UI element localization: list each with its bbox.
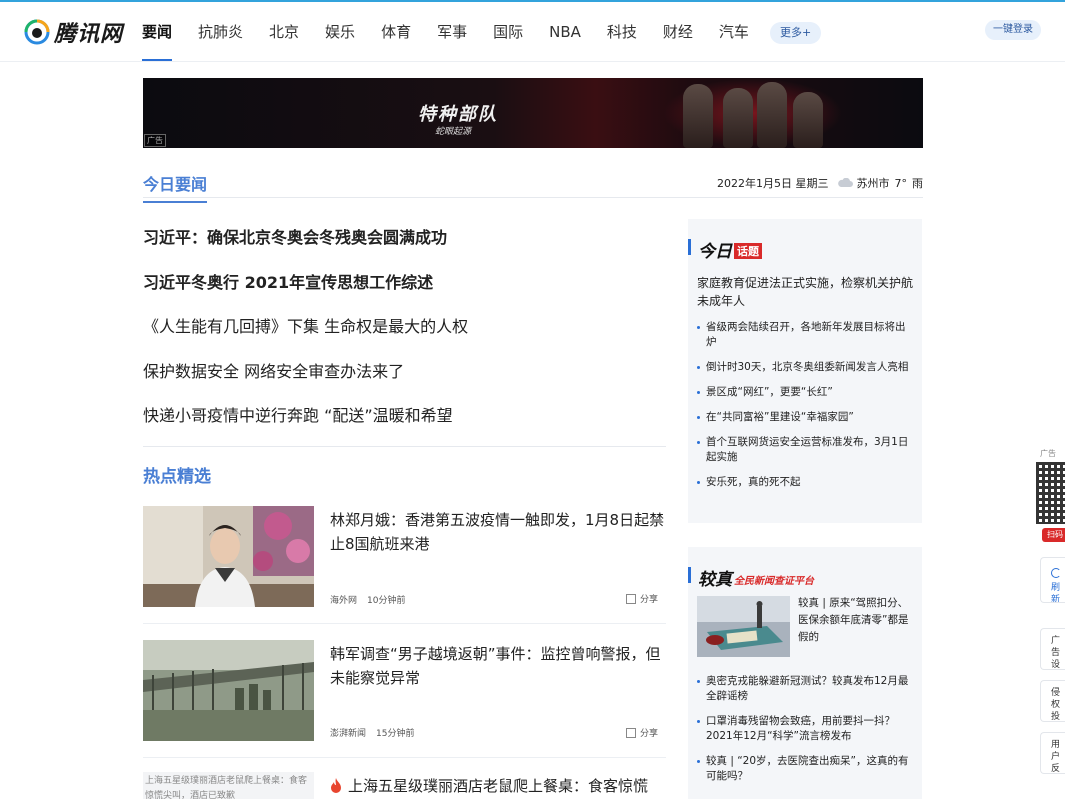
- more-channels-button[interactable]: 更多+: [770, 22, 822, 44]
- news-title[interactable]: 韩军调查“男子越境返朝”事件：监控曾响警报，但未能察觉异常: [330, 642, 666, 690]
- today-news-title[interactable]: 今日要闻: [143, 171, 208, 203]
- nav-item-beijing[interactable]: 北京: [269, 2, 299, 62]
- logo-text: 腾讯网: [54, 22, 124, 47]
- news-source: 澎湃新闻: [330, 729, 367, 739]
- news-card: 林郑月娥：香港第五波疫情一触即发，1月8日起禁止8国航班来港 海外网 10分钟前 …: [143, 506, 666, 626]
- news-source: 海外网: [330, 596, 358, 606]
- site-logo[interactable]: 腾讯网: [24, 18, 124, 47]
- share-button[interactable]: 分享: [625, 726, 658, 739]
- divider: [143, 446, 666, 447]
- list-item[interactable]: 省级两会陆续召开，各地新年发展目标将出炉: [697, 320, 915, 350]
- banner-subtitle: 蛇眼起源: [435, 127, 472, 137]
- banner-figure: [757, 82, 787, 148]
- site-header: 腾讯网 要闻 抗肺炎 北京 娱乐 体育 军事 国际 NBA 科技 财经 汽车 更…: [0, 2, 1065, 62]
- headline-link[interactable]: 保护数据安全 网络安全审查办法来了: [143, 357, 666, 402]
- qr-code-icon: [1036, 462, 1065, 524]
- banner-figure: [793, 92, 823, 148]
- divider: [143, 623, 666, 624]
- nav-item-covid[interactable]: 抗肺炎: [198, 2, 243, 62]
- share-button[interactable]: 分享: [625, 592, 658, 605]
- share-label: 分享: [639, 729, 658, 739]
- refresh-icon: [1051, 568, 1061, 578]
- ad-label: 广告: [144, 134, 166, 147]
- weather-temp: 7°: [894, 176, 908, 190]
- date-text: 2022年1月5日 星期三: [717, 177, 829, 190]
- ad-settings-button[interactable]: 广告设置: [1040, 628, 1065, 670]
- list-item[interactable]: 口罩消毒残留物会致癌，用前要抖一抖？2021年12月“科学”流言榜发布: [697, 714, 915, 744]
- news-title-text: 上海五星级璞丽酒店老鼠爬上餐桌：食客惊慌: [348, 777, 649, 795]
- hot-picks-title: 热点精选: [143, 467, 211, 487]
- complaint-button[interactable]: 侵权投诉: [1040, 680, 1065, 722]
- login-button[interactable]: 一键登录: [985, 20, 1041, 40]
- weather-city: 苏州市: [856, 177, 890, 190]
- news-time: 15分钟前: [376, 729, 415, 739]
- nav-item-military[interactable]: 军事: [437, 2, 467, 62]
- headline-link[interactable]: 快递小哥疫情中逆行奔跑 “配送”温暖和希望: [143, 401, 666, 446]
- share-icon: [625, 727, 636, 738]
- today-news-header: 今日要闻 2022年1月5日 星期三 苏州市 7° 雨: [143, 165, 923, 203]
- date-weather: 2022年1月5日 星期三 苏州市 7° 雨: [717, 175, 923, 191]
- qr-code[interactable]: [1036, 458, 1065, 528]
- banner-figure: [723, 88, 753, 148]
- list-item[interactable]: 景区成“网红”，更要“长红”: [697, 385, 915, 400]
- headline-list: 习近平：确保北京冬奥会冬残奥会圆满成功 习近平冬奥行 2021年宣传思想工作综述…: [143, 223, 666, 446]
- topic-tag: 话题: [734, 243, 762, 259]
- fact-check-list: 奥密克戎能躲避新冠测试？较真发布12月最全辟谣榜 口罩消毒残留物会致癌，用前要抖…: [697, 674, 915, 794]
- accent-bar: [688, 567, 691, 583]
- list-item[interactable]: 倒计时30天，北京冬奥组委新闻发言人亮相: [697, 360, 915, 375]
- headline-link[interactable]: 习近平冬奥行 2021年宣传思想工作综述: [143, 268, 666, 313]
- share-icon: [625, 593, 636, 604]
- cloud-icon: [837, 177, 853, 188]
- today-topic-brand: 今日 话题: [698, 237, 762, 262]
- topic-list: 省级两会陆续召开，各地新年发展目标将出炉 倒计时30天，北京冬奥组委新闻发言人亮…: [697, 320, 915, 500]
- list-item[interactable]: 奥密克戎能躲避新冠测试？较真发布12月最全辟谣榜: [697, 674, 915, 704]
- fire-icon: [330, 776, 342, 793]
- news-meta: 海外网 10分钟前: [330, 593, 405, 606]
- fact-check-box: 较真 全民新闻查证平台 较真 | 原来“驾照扣分、医保余额年底清零”都是假的 奥密…: [688, 547, 922, 799]
- list-item[interactable]: 较真 | “20岁，去医院查出痴呆”，这真的有可能吗？: [697, 754, 915, 784]
- fact-check-thumbnail[interactable]: [697, 596, 790, 657]
- main-nav: 要闻 抗肺炎 北京 娱乐 体育 军事 国际 NBA 科技 财经 汽车: [142, 2, 775, 62]
- today-topic-box: 今日 话题 家庭教育促进法正式实施，检察机关护航未成年人 省级两会陆续召开，各地新…: [688, 219, 922, 523]
- nav-item-ent[interactable]: 娱乐: [325, 2, 355, 62]
- divider: [143, 757, 666, 758]
- nav-item-news[interactable]: 要闻: [142, 2, 173, 62]
- refresh-label: 刷新: [1051, 583, 1061, 603]
- weather-condition: 雨: [912, 177, 923, 190]
- feedback-button[interactable]: 用户反馈: [1040, 732, 1065, 774]
- accent-bar: [688, 239, 691, 255]
- tencent-logo-icon: [24, 19, 50, 45]
- nav-item-auto[interactable]: 汽车: [719, 2, 749, 62]
- banner-title: 特种部队: [418, 104, 498, 125]
- news-card: 韩军调查“男子越境返朝”事件：监控曾响警报，但未能察觉异常 澎湃新闻 15分钟前 …: [143, 640, 666, 760]
- news-thumbnail[interactable]: 上海五星级璞丽酒店老鼠爬上餐桌：食客惊慌尖叫，酒店已致歉: [143, 772, 314, 799]
- news-title[interactable]: 林郑月娥：香港第五波疫情一触即发，1月8日起禁止8国航班来港: [330, 508, 666, 556]
- list-item[interactable]: 安乐死，真的死不起: [697, 475, 915, 490]
- nav-item-nba[interactable]: NBA: [549, 2, 581, 62]
- list-item[interactable]: 首个互联网货运安全运营标准发布，3月1日起实施: [697, 435, 915, 465]
- topic-lead[interactable]: 家庭教育促进法正式实施，检察机关护航未成年人: [697, 274, 913, 310]
- thumbnail-caption: 上海五星级璞丽酒店老鼠爬上餐桌：食客惊慌尖叫，酒店已致歉: [145, 776, 308, 799]
- banner-figure: [683, 84, 713, 148]
- news-title[interactable]: 上海五星级璞丽酒店老鼠爬上餐桌：食客惊慌: [330, 774, 666, 798]
- news-thumbnail[interactable]: [143, 640, 314, 741]
- news-thumbnail[interactable]: [143, 506, 314, 607]
- fact-check-brand: 较真 全民新闻查证平台: [698, 570, 814, 590]
- nav-item-tech[interactable]: 科技: [607, 2, 637, 62]
- refresh-button[interactable]: 刷新: [1040, 557, 1065, 603]
- nav-item-finance[interactable]: 财经: [663, 2, 693, 62]
- nav-item-sports[interactable]: 体育: [381, 2, 411, 62]
- headline-link[interactable]: 习近平：确保北京冬奥会冬残奥会圆满成功: [143, 223, 666, 268]
- fact-check-lead[interactable]: 较真 | 原来“驾照扣分、医保余额年底清零”都是假的: [798, 595, 914, 646]
- qr-label: 扫码: [1042, 528, 1065, 542]
- headline-link[interactable]: 《人生能有几回搏》下集 生命权是最大的人权: [143, 312, 666, 357]
- fact-check-slogan: 全民新闻查证平台: [734, 576, 814, 587]
- news-time: 10分钟前: [367, 596, 406, 606]
- news-card: 上海五星级璞丽酒店老鼠爬上餐桌：食客惊慌尖叫，酒店已致歉 上海五星级璞丽酒店老鼠…: [143, 772, 666, 799]
- nav-item-world[interactable]: 国际: [493, 2, 523, 62]
- list-item[interactable]: 在“共同富裕”里建设“幸福家园”: [697, 410, 915, 425]
- ad-banner[interactable]: 特种部队 蛇眼起源 广告: [143, 78, 923, 148]
- share-label: 分享: [639, 595, 658, 605]
- news-meta: 澎湃新闻 15分钟前: [330, 726, 414, 739]
